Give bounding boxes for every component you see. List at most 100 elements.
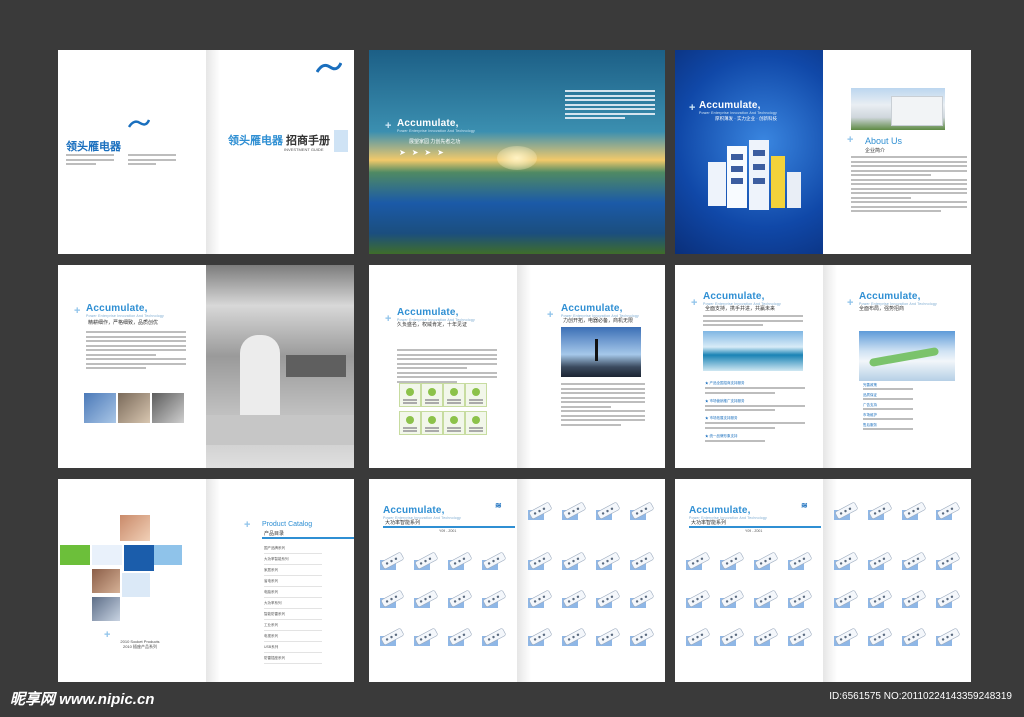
about-slogan: 厚积薄发 · 实力企业 · 创新科技 bbox=[715, 116, 777, 121]
product-tile bbox=[629, 627, 656, 649]
catalog-title-bar bbox=[262, 537, 354, 539]
plus-icon: + bbox=[847, 134, 854, 146]
certificates-text-lines bbox=[397, 349, 497, 385]
product-tile bbox=[719, 627, 746, 649]
product-tile bbox=[481, 589, 508, 611]
spread-certificates: + Accumulate, Power Enterprise Innovation… bbox=[369, 265, 665, 468]
spine bbox=[823, 265, 837, 468]
product-tile bbox=[629, 501, 656, 523]
product-tile bbox=[787, 551, 814, 573]
factory-slogan: 精耕细作，严格细致，品质创优 bbox=[88, 320, 159, 326]
certificate-4 bbox=[465, 383, 487, 407]
product-tile bbox=[595, 627, 622, 649]
product-tile bbox=[867, 589, 894, 611]
product-tile bbox=[753, 627, 780, 649]
certificate-1 bbox=[399, 383, 421, 407]
certificate-3 bbox=[443, 383, 465, 407]
product-tile bbox=[867, 627, 894, 649]
brand-mark: ≋ bbox=[495, 501, 502, 510]
address-lines bbox=[66, 154, 114, 168]
spread-factory: + Accumulate, Power Enterprise Innovation… bbox=[58, 265, 354, 468]
product-tile bbox=[833, 589, 860, 611]
catalog-title-cn: 产品目录 bbox=[264, 531, 285, 537]
ocean-photo bbox=[703, 331, 803, 371]
certificate-8 bbox=[465, 411, 487, 435]
spread-support: + Accumulate, Power Enterprise Innovation… bbox=[675, 265, 971, 468]
right-text-lines bbox=[561, 383, 645, 428]
product-tile bbox=[935, 589, 962, 611]
plus-icon: + bbox=[74, 305, 81, 317]
catalog-toc: 国产品牌系列 大功率智能系列 家居系列 省电系列 电脑系列 大功率系列 智能防雷系列 工业系列… bbox=[264, 543, 322, 664]
plus-icon: + bbox=[691, 297, 698, 309]
spread-products-1: Accumulate, Power Enterprise Innovation A… bbox=[369, 479, 665, 682]
product-tile bbox=[787, 589, 814, 611]
sun-glow bbox=[497, 146, 537, 170]
certificate-2 bbox=[421, 383, 443, 407]
catalog-collage bbox=[58, 509, 186, 629]
accumulate-heading: Accumulate, Power Enterprise Innovation A… bbox=[859, 291, 937, 306]
series-bar bbox=[383, 526, 515, 528]
product-tile bbox=[685, 589, 712, 611]
accumulate-heading: Accumulate, Power Enterprise Innovation A… bbox=[703, 291, 781, 306]
product-tile bbox=[901, 551, 928, 573]
about-text-lines bbox=[851, 156, 967, 215]
right-bullets: 完善政策 品质保证 广告支持 市场维护 售后服务 bbox=[863, 383, 953, 433]
plus-icon: + bbox=[689, 102, 696, 114]
product-tile bbox=[379, 627, 406, 649]
product-tile bbox=[481, 627, 508, 649]
product-tile bbox=[935, 551, 962, 573]
product-tile bbox=[901, 501, 928, 523]
building-photo bbox=[851, 88, 945, 130]
series-code: Y09 - Z001 bbox=[439, 529, 457, 533]
product-tile bbox=[867, 501, 894, 523]
product-tile bbox=[833, 501, 860, 523]
factory-text-lines bbox=[86, 331, 186, 372]
brand-title-right: 领头雁电器 招商手册 bbox=[228, 135, 330, 147]
spread-cover: 领头雁电器 领头雁电器 招商手册 INVESTMENT GUIDE bbox=[58, 50, 354, 254]
certificate-6 bbox=[421, 411, 443, 435]
series-code: Y09 - Z001 bbox=[745, 529, 763, 533]
catalog-title: Product Catalog bbox=[262, 521, 313, 528]
product-tile bbox=[901, 589, 928, 611]
product-tile bbox=[833, 551, 860, 573]
mountain-photo bbox=[561, 327, 641, 377]
product-tile bbox=[833, 627, 860, 649]
product-tile bbox=[561, 627, 588, 649]
right-slogan: 力创开拓，电器必备，商机无限 bbox=[563, 318, 634, 324]
accumulate-heading: Accumulate, Power Enterprise Innovation A… bbox=[86, 303, 164, 318]
brand-mark-right bbox=[315, 60, 343, 79]
product-tile bbox=[685, 551, 712, 573]
product-tile bbox=[595, 589, 622, 611]
about-heading: About Us bbox=[865, 136, 903, 146]
spine bbox=[517, 265, 531, 468]
product-tile bbox=[719, 589, 746, 611]
product-tile bbox=[379, 589, 406, 611]
product-tile bbox=[481, 551, 508, 573]
product-tile bbox=[753, 551, 780, 573]
catalog-caption: 2010 Socket Products 2010 插座产品系列 bbox=[120, 639, 160, 649]
right-slogan: 全面布局，强势招商 bbox=[859, 306, 905, 312]
plus-icon: + bbox=[385, 313, 392, 325]
product-tile bbox=[527, 589, 554, 611]
product-tile bbox=[685, 627, 712, 649]
product-tile bbox=[447, 589, 474, 611]
product-tile bbox=[935, 627, 962, 649]
spread-products-2: Accumulate, Power Enterprise Innovation A… bbox=[675, 479, 971, 682]
brand-logo-small bbox=[127, 116, 151, 134]
product-tile bbox=[629, 589, 656, 611]
plus-icon: + bbox=[385, 120, 392, 132]
series-bar bbox=[689, 526, 821, 528]
product-tile bbox=[527, 501, 554, 523]
product-tile bbox=[413, 551, 440, 573]
spine bbox=[206, 50, 220, 254]
product-tile bbox=[413, 627, 440, 649]
image-id-text: ID:6561575 NO:20110224143359248319 bbox=[829, 691, 1012, 702]
product-tile bbox=[413, 589, 440, 611]
plus-icon: + bbox=[547, 309, 554, 321]
product-sockets-image bbox=[703, 132, 805, 214]
brand-name-left: 领头雁电器 bbox=[66, 141, 121, 153]
worker-photo-3 bbox=[152, 393, 184, 423]
spread-catalog: + 2010 Socket Products 2010 插座产品系列 + Prod… bbox=[58, 479, 354, 682]
accumulate-heading: Accumulate, Power Enterprise Innovation A… bbox=[397, 118, 475, 133]
spread-landscape: + Accumulate, Power Enterprise Innovation… bbox=[369, 50, 665, 254]
